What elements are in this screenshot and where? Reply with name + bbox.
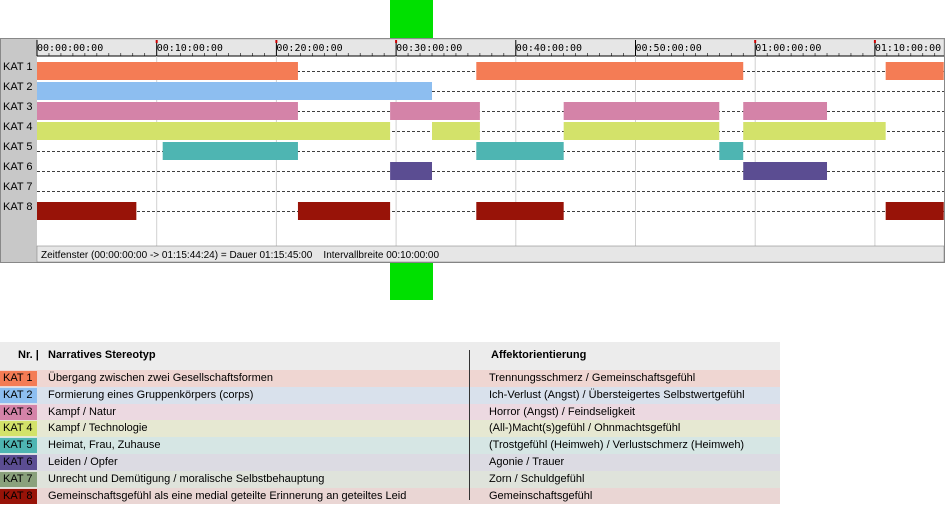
timeline-bar[interactable] bbox=[476, 202, 564, 220]
timeline-chart: 00:00:00:00 00:10:00:00 00:20:00:00 00:30:0… bbox=[0, 0, 945, 300]
legend-affect: (Trostgefühl (Heimweh) / Verlustschmerz … bbox=[489, 439, 745, 452]
legend-category-badge: KAT 8 bbox=[0, 488, 37, 504]
tick-label: 01:10:00:00 bbox=[875, 43, 941, 54]
legend-row: KAT 5 Heimat, Frau, Zuhause (Trostgefühl (… bbox=[0, 437, 780, 454]
legend-category-badge: KAT 3 bbox=[0, 404, 37, 420]
tick-label: 01:00:00:00 bbox=[755, 43, 821, 54]
playhead-marker-top[interactable] bbox=[390, 0, 433, 38]
legend-category-badge: KAT 7 bbox=[0, 471, 37, 487]
ruler-marker bbox=[155, 40, 158, 43]
timeline-bar[interactable] bbox=[743, 122, 886, 140]
timeline-bar[interactable] bbox=[885, 62, 944, 80]
timeline-bar[interactable] bbox=[390, 162, 433, 180]
category-label: KAT 7 bbox=[3, 181, 33, 193]
category-label: KAT 4 bbox=[3, 121, 33, 133]
tick-label: 00:30:00:00 bbox=[396, 43, 462, 54]
legend-header-affect: Affektorientierung bbox=[491, 349, 587, 361]
timeline-bar[interactable] bbox=[885, 202, 944, 220]
legend-category-badge: KAT 6 bbox=[0, 454, 37, 470]
legend-affect: Horror (Angst) / Feindseligkeit bbox=[489, 405, 636, 418]
legend-story: Unrecht und Demütigung / moralische Selb… bbox=[48, 472, 325, 485]
tick-label: 00:10:00:00 bbox=[157, 43, 223, 54]
ruler-marker bbox=[873, 40, 876, 43]
legend-story: Kampf / Natur bbox=[48, 405, 116, 418]
timeline-bar[interactable] bbox=[37, 102, 298, 120]
legend-row: KAT 2 Formierung eines Gruppenkörpers (co… bbox=[0, 386, 780, 404]
category-label: KAT 5 bbox=[3, 141, 33, 153]
timeline-bar[interactable] bbox=[476, 62, 744, 80]
timeline-bar[interactable] bbox=[476, 142, 564, 160]
legend-divider bbox=[469, 350, 470, 500]
tick-label: 00:40:00:00 bbox=[516, 43, 582, 54]
legend-row: KAT 1 Übergang zwischen zwei Gesellschaft… bbox=[0, 370, 780, 387]
tick-label: 00:50:00:00 bbox=[636, 43, 702, 54]
category-label: KAT 2 bbox=[3, 81, 33, 93]
timeline-bar[interactable] bbox=[390, 102, 480, 120]
legend-rows: KAT 1 Übergang zwischen zwei Gesellschaft… bbox=[0, 370, 780, 505]
legend-category-badge: KAT 4 bbox=[0, 421, 37, 437]
playhead-marker-bottom[interactable] bbox=[390, 263, 433, 300]
legend-row: KAT 4 Kampf / Technologie (All-)Macht(s)ge… bbox=[0, 420, 780, 438]
legend-affect: Ich-Verlust (Angst) / Übersteigertes Sel… bbox=[489, 388, 745, 401]
ruler-marker bbox=[754, 40, 757, 43]
legend-affect: Trennungsschmerz / Gemeinschaftsgefühl bbox=[489, 372, 696, 384]
timeline-bar[interactable] bbox=[563, 102, 720, 120]
legend-story: Übergang zwischen zwei Gesellschaftsform… bbox=[48, 372, 273, 384]
ruler-marker bbox=[275, 40, 278, 43]
legend-row: KAT 7 Unrecht und Demütigung / moralische… bbox=[0, 470, 780, 488]
legend-row: KAT 6 Leiden / Opfer Agonie / Trauer bbox=[0, 453, 780, 471]
legend-story: Gemeinschaftsgefühl als eine medial gete… bbox=[48, 489, 407, 502]
legend-affect: Agonie / Trauer bbox=[489, 455, 565, 468]
legend-category-badge: KAT 1 bbox=[0, 371, 37, 386]
category-label: KAT 6 bbox=[3, 161, 33, 173]
legend-header: Nr. | Narratives Stereotyp Affektorienti… bbox=[0, 342, 780, 370]
legend-header-story: Narratives Stereotyp bbox=[48, 349, 156, 361]
timeline-bar[interactable] bbox=[37, 202, 137, 220]
legend-row: KAT 3 Kampf / Natur Horror (Angst) / Feind… bbox=[0, 403, 780, 421]
timeline-bar[interactable] bbox=[743, 102, 828, 120]
legend-story: Heimat, Frau, Zuhause bbox=[48, 439, 161, 452]
timeline-bar[interactable] bbox=[743, 162, 828, 180]
legend-affect: Zorn / Schuldgefühl bbox=[489, 472, 585, 485]
legend-header-nr: Nr. | bbox=[18, 349, 39, 361]
legend-story: Formierung eines Gruppenkörpers (corps) bbox=[48, 388, 254, 401]
legend-story: Leiden / Opfer bbox=[48, 455, 118, 468]
timeline-bar[interactable] bbox=[719, 142, 744, 160]
timeline-bar[interactable] bbox=[37, 122, 391, 140]
legend-category-badge: KAT 5 bbox=[0, 438, 37, 454]
timeline-bar[interactable] bbox=[432, 122, 480, 140]
legend-affect: (All-)Macht(s)gefühl / Ohnmachtsgefühl bbox=[489, 422, 681, 435]
category-label: KAT 3 bbox=[3, 101, 33, 113]
category-label: KAT 1 bbox=[3, 61, 33, 73]
timeline-bar[interactable] bbox=[162, 142, 298, 160]
status-text: Zeitfenster (00:00:00:00 -> 01:15:44:24)… bbox=[41, 250, 439, 261]
timeline-bar[interactable] bbox=[37, 62, 298, 80]
legend-category-badge: KAT 2 bbox=[0, 387, 37, 403]
legend-table: Nr. | Narratives Stereotyp Affektorienti… bbox=[0, 342, 780, 505]
timeline-bar[interactable] bbox=[297, 202, 391, 220]
tick-label: 00:00:00:00 bbox=[37, 43, 103, 54]
ruler-marker bbox=[395, 40, 398, 43]
category-label: KAT 8 bbox=[3, 201, 33, 213]
tick-label: 00:20:00:00 bbox=[276, 43, 342, 54]
legend-affect: Gemeinschaftsgefühl bbox=[489, 489, 593, 502]
timeline-bar[interactable] bbox=[563, 122, 720, 140]
timeline-bar[interactable] bbox=[37, 82, 433, 100]
legend-story: Kampf / Technologie bbox=[48, 422, 148, 435]
legend-row: KAT 8 Gemeinschaftsgefühl als eine medial… bbox=[0, 487, 780, 505]
